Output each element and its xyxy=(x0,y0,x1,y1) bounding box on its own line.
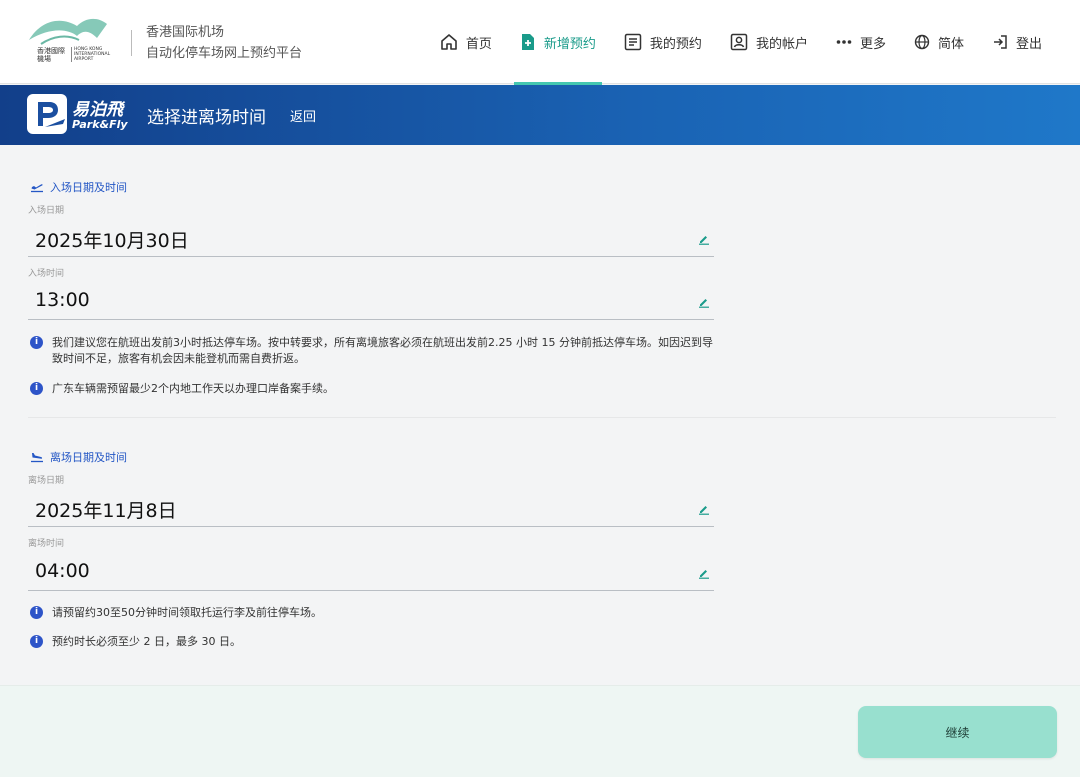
entry-note-2: i 广东车辆需预留最少2个内地工作天以办理口岸备案手续。 xyxy=(30,381,720,397)
exit-time-field[interactable]: 04:00 xyxy=(28,553,714,591)
site-name-line1: 香港国际机场 xyxy=(146,25,225,40)
exit-note-2: i 预约时长必须至少 2 日，最多 30 日。 xyxy=(30,634,720,650)
info-icon: i xyxy=(30,606,43,619)
nav-new-booking-label: 新增预约 xyxy=(543,36,596,52)
edit-pencil-icon xyxy=(698,564,710,583)
logo-text-cn: 香港國際機場 xyxy=(37,47,65,63)
exit-date-field[interactable]: 2025年11月8日 xyxy=(28,489,714,527)
entry-heading-text: 入场日期及时间 xyxy=(50,181,127,194)
exit-note-1-text: 请预留约30至50分钟时间领取托运行李及前往停车场。 xyxy=(52,606,322,619)
exit-date-label: 离场日期 xyxy=(28,476,65,486)
continue-button[interactable]: 继续 xyxy=(858,706,1057,758)
section-divider xyxy=(28,417,1056,418)
edit-pencil-icon xyxy=(698,500,710,519)
logo-text-en: HONG KONG INTERNATIONAL AIRPORT xyxy=(71,47,119,62)
nav-logout-label: 登出 xyxy=(1015,36,1042,52)
exit-note-2-text: 预约时长必须至少 2 日，最多 30 日。 xyxy=(52,635,241,648)
nav-more[interactable]: 更多 xyxy=(822,0,900,84)
entry-date-value: 2025年10月30日 xyxy=(35,230,189,252)
nav-my-account-label: 我的帐户 xyxy=(755,36,808,52)
park-and-fly-logo: 易泊飛 Park&Fly xyxy=(27,94,131,136)
nav-new-booking[interactable]: 新增预约 xyxy=(506,0,610,85)
site-name: 香港国际机场 自动化停车场网上预约平台 xyxy=(146,22,302,64)
nav-more-label: 更多 xyxy=(859,36,886,52)
exit-section-heading: 离场日期及时间 xyxy=(30,449,127,465)
main-nav: 首页 新增预约 我的预约 我的帐户 更多 简体 登出 xyxy=(426,0,1056,85)
nav-my-account[interactable]: 我的帐户 xyxy=(716,0,822,84)
footer-bar: 继续 xyxy=(0,685,1080,777)
info-icon: i xyxy=(30,382,43,395)
hkia-logo[interactable]: 香港國際機場 HONG KONG INTERNATIONAL AIRPORT xyxy=(27,14,122,66)
top-header: 香港國際機場 HONG KONG INTERNATIONAL AIRPORT 香… xyxy=(0,0,1080,85)
logo-en: Park&Fly xyxy=(72,118,128,131)
edit-pencil-icon xyxy=(698,230,710,249)
nav-language-label: 简体 xyxy=(937,36,964,52)
nav-my-bookings[interactable]: 我的预约 xyxy=(610,0,716,84)
plane-arrival-icon xyxy=(30,451,44,463)
more-icon xyxy=(836,39,852,45)
home-icon xyxy=(440,33,458,51)
entry-date-label: 入场日期 xyxy=(28,206,65,216)
nav-home-label: 首页 xyxy=(465,36,492,52)
entry-section-heading: 入场日期及时间 xyxy=(30,179,127,195)
exit-date-value: 2025年11月8日 xyxy=(35,500,177,522)
globe-icon xyxy=(914,34,930,50)
exit-note-1: i 请预留约30至50分钟时间领取托运行李及前往停车场。 xyxy=(30,605,720,621)
plane-departure-icon xyxy=(30,181,44,193)
add-file-icon xyxy=(520,33,536,51)
page-title: 选择进离场时间 xyxy=(147,108,266,128)
entry-time-field[interactable]: 13:00 xyxy=(28,282,714,320)
entry-note-1-text: 我们建议您在航班出发前3小时抵达停车场。按中转要求，所有离境旅客必须在航班出发前… xyxy=(52,336,713,365)
entry-note-1: i 我们建议您在航班出发前3小时抵达停车场。按中转要求，所有离境旅客必须在航班出… xyxy=(30,335,720,367)
edit-pencil-icon xyxy=(698,293,710,312)
exit-heading-text: 离场日期及时间 xyxy=(50,451,127,464)
entry-note-2-text: 广东车辆需预留最少2个内地工作天以办理口岸备案手续。 xyxy=(52,382,334,395)
logo-cn: 易泊飛 xyxy=(72,100,123,120)
info-icon: i xyxy=(30,336,43,349)
info-icon: i xyxy=(30,635,43,648)
exit-time-value: 04:00 xyxy=(35,560,90,582)
list-icon xyxy=(624,33,642,51)
entry-date-field[interactable]: 2025年10月30日 xyxy=(28,219,714,257)
exit-time-label: 离场时间 xyxy=(28,539,65,549)
entry-time-label: 入场时间 xyxy=(28,269,65,279)
nav-language[interactable]: 简体 xyxy=(900,0,978,84)
logo-divider xyxy=(131,30,132,56)
site-name-line2: 自动化停车场网上预约平台 xyxy=(146,46,303,61)
entry-time-value: 13:00 xyxy=(35,289,90,311)
main-content: 入场日期及时间 入场日期 2025年10月30日 入场时间 13:00 i 我们… xyxy=(0,145,1080,685)
nav-my-bookings-label: 我的预约 xyxy=(649,36,702,52)
logout-icon xyxy=(992,34,1008,50)
back-link[interactable]: 返回 xyxy=(290,106,316,125)
nav-home[interactable]: 首页 xyxy=(426,0,506,84)
page-banner: 易泊飛 Park&Fly 选择进离场时间 返回 xyxy=(0,85,1080,145)
nav-logout[interactable]: 登出 xyxy=(978,0,1056,84)
account-icon xyxy=(730,33,748,51)
